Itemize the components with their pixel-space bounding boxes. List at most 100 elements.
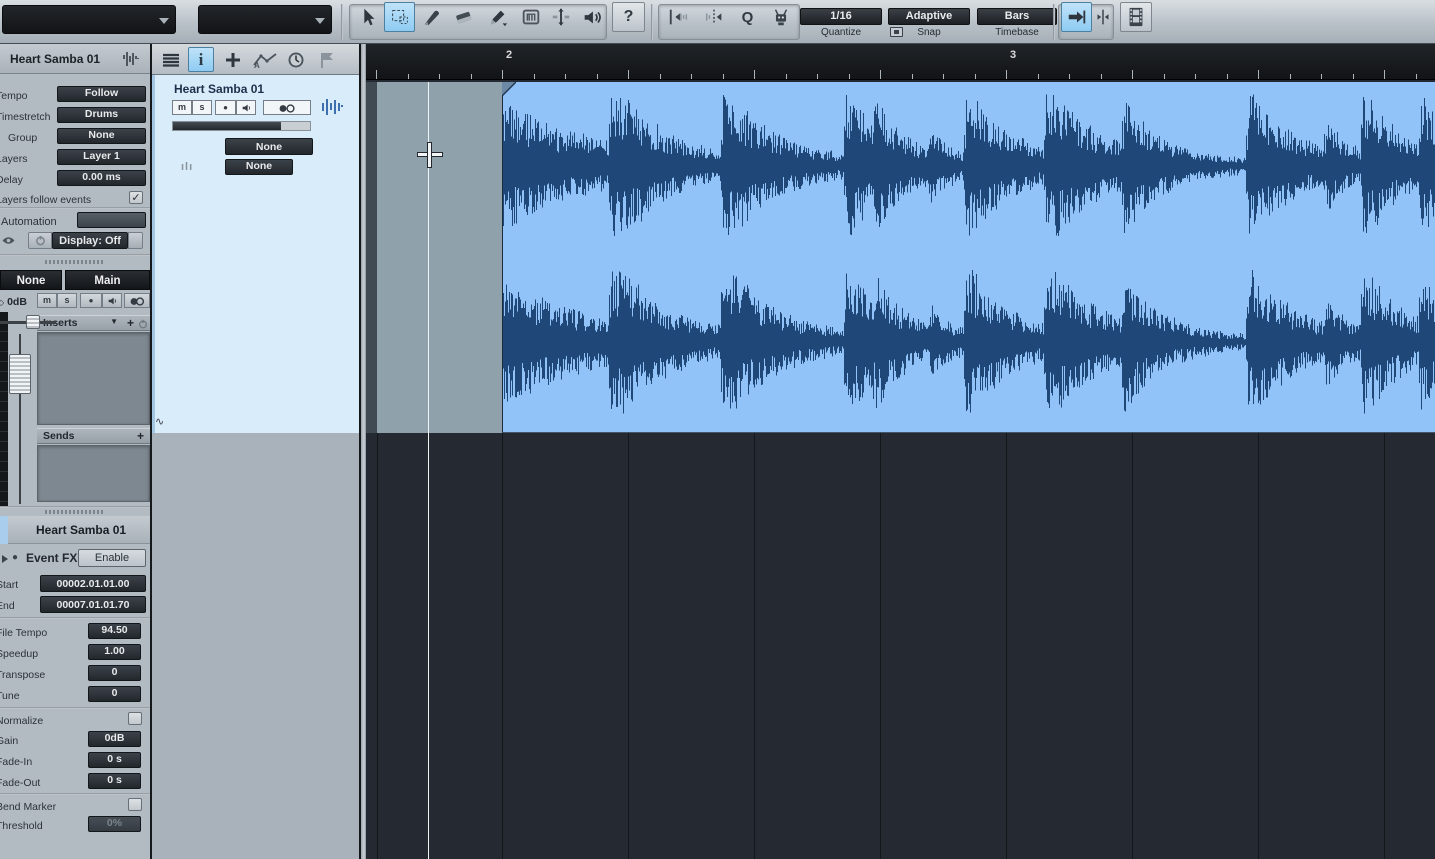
bend-marker-checkbox[interactable] [128,798,142,811]
snap-value-dropdown[interactable]: Adaptive [888,8,970,25]
window-selector-dropdown[interactable] [2,5,176,34]
split-tool-button[interactable] [416,2,447,32]
video-button[interactable] [1120,2,1152,32]
help-button[interactable]: ? [612,2,645,32]
start-value[interactable]: 00002.01.01.00 [40,575,146,592]
power-icon[interactable] [138,319,148,329]
layers-label: Layers [0,153,28,165]
display-power-button[interactable] [28,232,52,249]
tune-value[interactable]: 0 [88,686,141,702]
arrangement-area[interactable]: 23 [366,44,1435,859]
track-lane-background[interactable] [377,82,502,433]
automation-value-button[interactable] [77,212,146,228]
paint-tool-button[interactable] [480,2,515,32]
view-selector-dropdown[interactable] [198,5,332,34]
listen-tool-button[interactable] [577,2,606,32]
tab-channel-none[interactable]: None [0,270,62,290]
panel-grip-handle[interactable] [45,510,105,514]
mute-tool-icon [522,9,539,25]
track-stereo-button[interactable] [263,100,311,115]
bend-tool-button[interactable] [546,2,575,32]
track-lane-edge [366,82,377,433]
threshold-value[interactable]: 0% [88,816,141,832]
chevron-down-icon[interactable]: ▼ [110,317,118,326]
pan-slider-handle[interactable] [26,315,40,329]
track-volume-slider[interactable] [172,121,311,131]
event-fx-expand-icon[interactable] [2,555,8,563]
pan-value[interactable]: ◇ 0dB [0,296,27,308]
layers-value-button[interactable]: Layer 1 [57,149,146,165]
channel-mute-button[interactable]: m [37,293,57,308]
transpose-label: Transpose [0,669,46,681]
stereo-icon [130,296,145,306]
delay-value-button[interactable]: 0.00 ms [57,170,146,186]
autoscroll-icon [1068,10,1085,24]
fader-handle[interactable] [9,354,31,394]
transpose-value[interactable]: 0 [88,665,141,681]
record-icon: ● [88,296,94,305]
speedup-value[interactable]: 1.00 [88,644,141,660]
track-instrument-button[interactable]: None [225,138,313,155]
arrangement-grid [366,433,1435,859]
inspector-header: Heart Samba 01 [0,44,150,74]
quantize-value-dropdown[interactable]: 1/16 [800,8,882,25]
track-monitor-button[interactable] [236,100,256,115]
playhead-line[interactable] [428,82,429,859]
bend-marker-label: Bend Marker [0,801,57,813]
channel-record-button[interactable]: ● [80,293,102,308]
inserts-list[interactable] [37,332,150,425]
panel-grip-handle[interactable] [45,260,105,264]
cursor-follow-icon [1097,9,1108,25]
track-list-toolbar: i A [152,44,359,75]
cursor-follow-button[interactable] [1093,2,1112,32]
add-track-button[interactable] [220,47,246,72]
monitor-icon [108,297,116,305]
layers-follow-checkbox[interactable]: ✓ [129,191,143,204]
tempo-track-button[interactable] [283,47,309,72]
quantize-tool-button[interactable]: Q [732,2,763,32]
track-header[interactable]: Heart Samba 01 m s ● None ılı None ∿ [152,75,359,433]
stereo-icon [279,103,295,113]
add-insert-button[interactable]: + [127,316,134,330]
mute-tool-button[interactable] [517,2,544,32]
track-record-button[interactable]: ● [215,100,236,115]
tab-channel-main[interactable]: Main [65,270,150,290]
channel-monitor-button[interactable] [102,293,122,308]
group-value-button[interactable]: None [57,128,146,144]
info-icon: i [198,49,204,69]
sends-list[interactable] [37,445,150,502]
timeline-ruler[interactable]: 23 [366,44,1435,80]
arrow-tool-button[interactable] [352,2,383,32]
channel-solo-button[interactable]: s [57,293,77,308]
quantize-label: Quantize [820,27,862,38]
track-list-menu-button[interactable] [158,47,184,72]
normalize-checkbox[interactable] [128,712,142,725]
event-fx-enable-button[interactable]: Enable [78,549,146,567]
automation-zigzag-icon[interactable]: ∿ [155,415,164,428]
file-tempo-value[interactable]: 94.50 [88,623,141,639]
automation-view-button[interactable]: A [250,47,280,72]
display-mode-button[interactable]: Display: Off [52,232,128,249]
inspector-toggle-button[interactable]: i [188,47,214,72]
display-expand-button[interactable] [128,232,143,249]
snap-cursor-button[interactable] [697,2,730,32]
track-solo-button[interactable]: s [192,100,212,115]
track-input-button[interactable]: None [225,159,293,175]
fade-in-value[interactable]: 0 s [88,752,141,768]
tempo-value-button[interactable]: Follow [57,86,146,102]
add-send-button[interactable]: + [137,429,144,443]
audio-event-heart-samba[interactable] [502,82,1435,433]
macro-button[interactable] [765,2,796,32]
fade-out-value[interactable]: 0 s [88,773,141,789]
end-value[interactable]: 00007.01.01.70 [40,596,146,613]
gain-value[interactable]: 0dB [88,731,141,747]
channel-stereo-button[interactable] [124,293,150,308]
snap-edges-button[interactable] [662,2,695,32]
timestretch-value-button[interactable]: Drums [57,107,146,123]
autoscroll-button[interactable] [1061,2,1092,32]
timebase-value-dropdown[interactable]: Bars [977,8,1057,25]
marker-track-button[interactable] [314,47,340,72]
range-tool-button[interactable] [384,2,415,32]
track-mute-button[interactable]: m [172,100,192,115]
eraser-tool-button[interactable] [448,2,479,32]
